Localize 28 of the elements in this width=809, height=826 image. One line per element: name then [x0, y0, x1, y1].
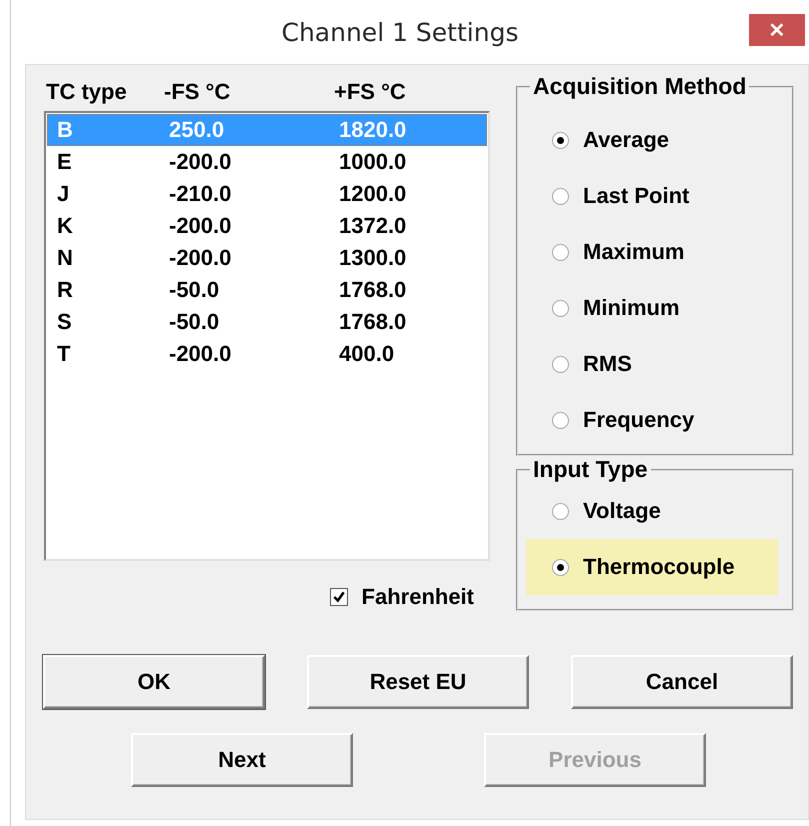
list-row[interactable]: E -200.0 1000.0 [47, 146, 487, 178]
column-header: +FS °C [334, 79, 407, 105]
list-row[interactable]: J -210.0 1200.0 [47, 178, 487, 210]
dialog-button[interactable]: OK [43, 655, 265, 709]
list-row[interactable]: N -200.0 1300.0 [47, 242, 487, 274]
list-row[interactable]: S -50.0 1768.0 [47, 306, 487, 338]
window-title: Channel 1 Settings [282, 18, 518, 46]
fahrenheit-checkbox[interactable]: Fahrenheit [330, 584, 474, 610]
radio-option[interactable]: Frequency [526, 392, 778, 448]
radio-option[interactable]: Minimum [526, 280, 778, 336]
list-row[interactable]: R -50.0 1768.0 [47, 274, 487, 306]
radio-option[interactable]: Average [526, 112, 778, 168]
radio-option[interactable]: Last Point [526, 168, 778, 224]
group-title: Acquisition Method [532, 73, 748, 100]
column-header: TC type [45, 79, 128, 105]
dialog-button[interactable]: Cancel [571, 655, 793, 709]
list-row[interactable]: T -200.0 400.0 [47, 338, 487, 370]
list-row[interactable]: K -200.0 1372.0 [47, 210, 487, 242]
dialog-button[interactable]: Reset EU [307, 655, 529, 709]
checkbox[interactable] [330, 588, 348, 606]
dialog-button[interactable]: Next [131, 733, 353, 787]
radio-option[interactable]: RMS [526, 336, 778, 392]
group-title: Input Type [532, 456, 649, 483]
close-button[interactable]: ✕ [749, 14, 805, 46]
radio-option[interactable]: Maximum [526, 224, 778, 280]
column-header: -FS °C [164, 79, 232, 105]
radio-option[interactable]: Thermocouple [526, 539, 778, 595]
radio-option[interactable]: Voltage [526, 483, 778, 539]
